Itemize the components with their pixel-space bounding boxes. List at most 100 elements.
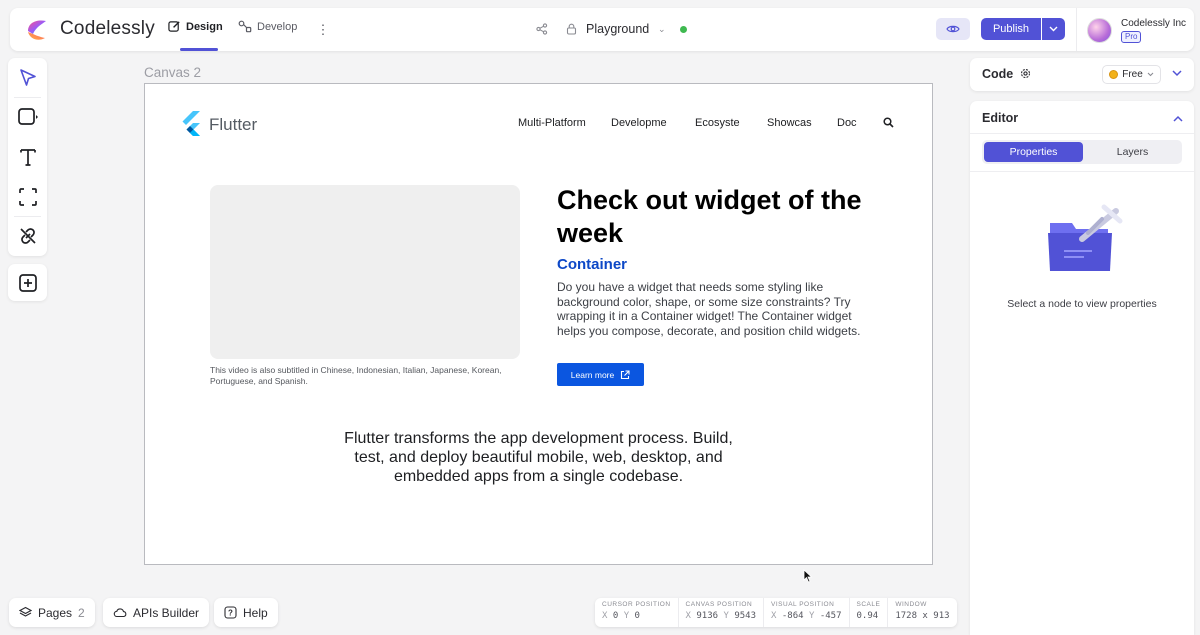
stat-value: X -864 Y -457: [771, 609, 841, 623]
stat-label: VISUAL POSITION: [771, 601, 835, 608]
stat-value-y: 0: [634, 611, 640, 621]
publish-button[interactable]: Publish: [981, 18, 1041, 40]
select-tool[interactable]: [15, 65, 41, 91]
unlink-icon: [20, 228, 36, 244]
cloud-icon: [113, 608, 127, 618]
search-icon[interactable]: [883, 117, 894, 128]
widget-name: Container: [557, 256, 628, 273]
preview-button[interactable]: [936, 18, 970, 40]
edit-icon: [168, 21, 180, 32]
stat-key: Y: [808, 611, 815, 621]
stat-value: X 9136 Y 9543: [686, 609, 756, 623]
apis-builder-button[interactable]: APIs Builder: [103, 598, 210, 627]
apis-builder-label: APIs Builder: [133, 605, 200, 620]
stat-key: X: [685, 611, 691, 621]
nav-link-ecosystem[interactable]: Ecosyste: [695, 117, 740, 129]
chevron-down-icon[interactable]: [1171, 67, 1183, 79]
tab-design[interactable]: Design: [168, 20, 223, 33]
pages-button[interactable]: Pages 2: [9, 598, 95, 627]
hero-title: Check out widget of the week: [557, 185, 862, 248]
nodes-icon: [238, 20, 252, 33]
flutter-logo-icon[interactable]: [180, 111, 202, 137]
status-indicator: [680, 26, 687, 33]
learn-more-button[interactable]: Learn more: [557, 363, 644, 386]
divider: [970, 133, 1194, 134]
frame-tool[interactable]: [15, 184, 41, 210]
divider: [1076, 8, 1077, 51]
eye-icon: [946, 25, 960, 33]
divider: [14, 97, 41, 98]
nav-link-showcase[interactable]: Showcas: [767, 117, 812, 129]
empty-state-illustration-icon: [1048, 204, 1123, 271]
external-link-icon: [621, 369, 630, 379]
stat-value-window: 1728 x 913: [895, 611, 950, 621]
tab-properties[interactable]: Properties: [984, 142, 1083, 162]
divider: [14, 216, 41, 217]
stat-canvas-position: CANVAS POSITION X 9136 Y 9543: [679, 598, 765, 627]
app-brand: Codelessly: [60, 18, 155, 39]
chevron-up-icon[interactable]: [1172, 113, 1184, 125]
text-tool[interactable]: [15, 144, 41, 170]
tab-design-label: Design: [186, 20, 223, 33]
more-menu-icon[interactable]: ⋮: [316, 22, 330, 38]
stat-value-scale: 0.94: [856, 611, 879, 621]
video-placeholder[interactable]: [210, 185, 520, 359]
editor-tabs: Properties Layers: [982, 140, 1182, 164]
stat-value-y: -457: [819, 611, 842, 621]
mouse-pointer-icon: [803, 569, 813, 583]
canvas-frame[interactable]: Flutter Multi-Platform Developme Ecosyst…: [144, 83, 933, 565]
nav-link-development[interactable]: Developme: [611, 117, 667, 129]
video-caption: This video is also subtitled in Chinese,…: [210, 365, 502, 386]
plan-selector[interactable]: Free: [1102, 65, 1161, 84]
pages-count: 2: [78, 605, 85, 620]
link-tool[interactable]: [15, 223, 41, 249]
stat-label: CANVAS POSITION: [685, 601, 753, 608]
stat-cursor-position: CURSOR POSITION X 0 Y 0: [595, 598, 679, 627]
text-icon: [20, 149, 36, 166]
rectangle-icon: [18, 108, 38, 125]
stat-key: Y: [623, 611, 630, 621]
stat-label: CURSOR POSITION: [602, 601, 671, 608]
active-tab-indicator: [180, 48, 218, 51]
code-title: Code: [982, 67, 1014, 81]
canvas-label[interactable]: Canvas 2: [144, 65, 201, 80]
stat-window: WINDOW 1728 x 913: [888, 598, 956, 627]
frame-icon: [19, 188, 37, 206]
stat-value-x: 9136: [696, 611, 719, 621]
svg-text:?: ?: [228, 609, 233, 618]
help-icon: ?: [224, 606, 237, 619]
share-icon[interactable]: [536, 23, 548, 35]
stat-label: WINDOW: [895, 601, 927, 608]
hero-description: Do you have a widget that needs some sty…: [557, 280, 861, 338]
stat-key: X: [602, 611, 608, 621]
editor-title: Editor: [982, 111, 1019, 125]
add-tool-bar: [8, 264, 47, 301]
shape-tool[interactable]: [15, 104, 41, 130]
empty-state-text: Select a node to view properties: [1007, 298, 1157, 310]
stat-visual-position: VISUAL POSITION X -864 Y -457: [764, 598, 850, 627]
chevron-down-icon[interactable]: ⌄: [658, 24, 666, 35]
chevron-down-icon: [1147, 72, 1154, 77]
nav-link-docs[interactable]: Doc: [837, 117, 857, 129]
tab-layers[interactable]: Layers: [1085, 142, 1180, 162]
stat-value: X 0 Y 0: [602, 609, 671, 623]
lock-icon: [566, 23, 577, 35]
gear-icon[interactable]: [1020, 68, 1031, 79]
code-panel-header: Code Free: [970, 58, 1194, 91]
project-name[interactable]: Playground: [586, 22, 649, 36]
publish-options-button[interactable]: [1042, 18, 1065, 40]
stat-key: Y: [723, 611, 729, 621]
stat-scale: SCALE 0.94: [850, 598, 889, 627]
add-component-button[interactable]: [15, 270, 41, 296]
stat-value-x: -864: [781, 611, 804, 621]
stat-key: X: [771, 611, 777, 621]
tab-develop[interactable]: Develop: [238, 20, 297, 33]
help-button[interactable]: ? Help: [214, 598, 278, 627]
top-bar: Codelessly Design Develop ⋮ Playground ⌄…: [10, 8, 1194, 51]
avatar[interactable]: [1087, 18, 1112, 43]
plan-label: Free: [1122, 69, 1143, 80]
nav-link-multi-platform[interactable]: Multi-Platform: [518, 117, 586, 129]
chevron-down-icon: [1049, 26, 1058, 32]
codelessly-logo-icon[interactable]: [24, 17, 50, 43]
stat-value-x: 0: [612, 611, 619, 621]
